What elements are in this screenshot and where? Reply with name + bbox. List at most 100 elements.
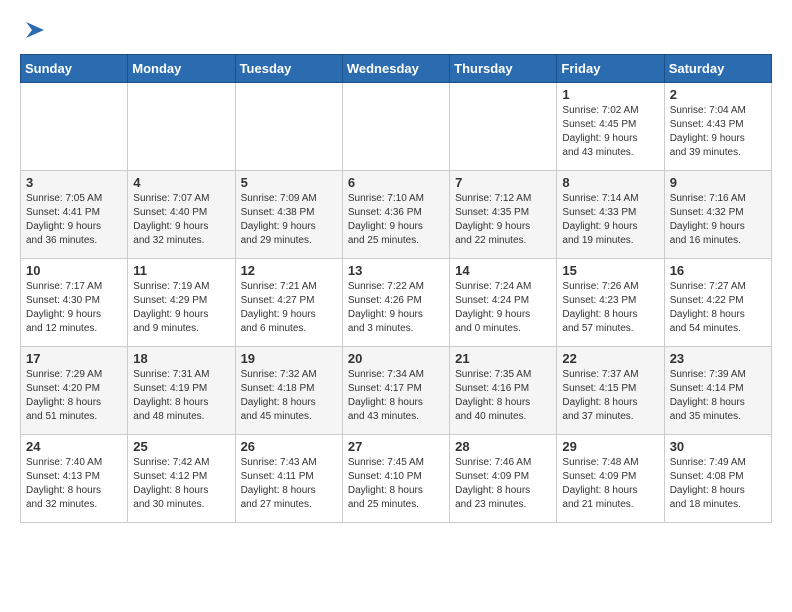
day-number: 12 — [241, 263, 337, 278]
day-info: Sunrise: 7:32 AMSunset: 4:18 PMDaylight:… — [241, 368, 337, 424]
day-info: Sunrise: 7:05 AMSunset: 4:41 PMDaylight:… — [26, 192, 122, 248]
logo-arrow-icon — [22, 16, 50, 44]
day-info: Sunrise: 7:35 AMSunset: 4:16 PMDaylight:… — [455, 368, 551, 424]
day-number: 23 — [670, 351, 766, 366]
day-number: 8 — [562, 175, 658, 190]
day-info: Sunrise: 7:37 AMSunset: 4:15 PMDaylight:… — [562, 368, 658, 424]
weekday-header-monday: Monday — [128, 55, 235, 83]
calendar-cell: 17 Sunrise: 7:29 AMSunset: 4:20 PMDayligh… — [21, 347, 128, 435]
day-number: 28 — [455, 439, 551, 454]
calendar-cell — [128, 83, 235, 171]
calendar-cell: 25Sunrise: 7:42 AMSunset: 4:12 PMDayligh… — [128, 435, 235, 523]
day-number: 19 — [241, 351, 337, 366]
day-info: Sunrise: 7:10 AMSunset: 4:36 PMDaylight:… — [348, 192, 444, 248]
day-number: 18 — [133, 351, 229, 366]
day-info: Sunrise: 7:49 AMSunset: 4:08 PMDaylight:… — [670, 456, 766, 512]
calendar-week-row: 3Sunrise: 7:05 AMSunset: 4:41 PMDaylight… — [21, 171, 772, 259]
calendar-cell: 2Sunrise: 7:04 AMSunset: 4:43 PMDaylight… — [664, 83, 771, 171]
calendar-cell — [21, 83, 128, 171]
day-info: Sunrise: 7:34 AMSunset: 4:17 PMDaylight:… — [348, 368, 444, 424]
calendar-cell: 20 Sunrise: 7:34 AMSunset: 4:17 PMDayligh… — [342, 347, 449, 435]
calendar-cell: 4 Sunrise: 7:07 AMSunset: 4:40 PMDaylight… — [128, 171, 235, 259]
day-number: 27 — [348, 439, 444, 454]
calendar-cell: 21 Sunrise: 7:35 AMSunset: 4:16 PMDayligh… — [450, 347, 557, 435]
day-number: 20 — [348, 351, 444, 366]
calendar-cell: 23 Sunrise: 7:39 AMSunset: 4:14 PMDayligh… — [664, 347, 771, 435]
weekday-header-tuesday: Tuesday — [235, 55, 342, 83]
day-info: Sunrise: 7:39 AMSunset: 4:14 PMDaylight:… — [670, 368, 766, 424]
day-info: Sunrise: 7:42 AMSunset: 4:12 PMDaylight:… — [133, 456, 229, 512]
day-number: 6 — [348, 175, 444, 190]
calendar-cell — [342, 83, 449, 171]
calendar-week-row: 24 Sunrise: 7:40 AMSunset: 4:13 PMDayligh… — [21, 435, 772, 523]
calendar-cell: 24 Sunrise: 7:40 AMSunset: 4:13 PMDayligh… — [21, 435, 128, 523]
day-number: 11 — [133, 263, 229, 278]
day-number: 22 — [562, 351, 658, 366]
day-info: Sunrise: 7:31 AMSunset: 4:19 PMDaylight:… — [133, 368, 229, 424]
page: SundayMondayTuesdayWednesdayThursdayFrid… — [0, 0, 792, 535]
day-number: 26 — [241, 439, 337, 454]
calendar-cell: 22 Sunrise: 7:37 AMSunset: 4:15 PMDayligh… — [557, 347, 664, 435]
day-number: 13 — [348, 263, 444, 278]
day-info: Sunrise: 7:40 AMSunset: 4:13 PMDaylight:… — [26, 456, 122, 512]
day-info: Sunrise: 7:02 AMSunset: 4:45 PMDaylight:… — [562, 104, 658, 160]
weekday-header-sunday: Sunday — [21, 55, 128, 83]
day-info: Sunrise: 7:24 AMSunset: 4:24 PMDaylight:… — [455, 280, 551, 336]
day-number: 30 — [670, 439, 766, 454]
calendar-cell: 3Sunrise: 7:05 AMSunset: 4:41 PMDaylight… — [21, 171, 128, 259]
day-number: 17 — [26, 351, 122, 366]
day-number: 4 — [133, 175, 229, 190]
day-info: Sunrise: 7:16 AMSunset: 4:32 PMDaylight:… — [670, 192, 766, 248]
day-info: Sunrise: 7:07 AMSunset: 4:40 PMDaylight:… — [133, 192, 229, 248]
day-info: Sunrise: 7:22 AMSunset: 4:26 PMDaylight:… — [348, 280, 444, 336]
calendar-cell: 12 Sunrise: 7:21 AMSunset: 4:27 PMDayligh… — [235, 259, 342, 347]
calendar-cell: 26 Sunrise: 7:43 AMSunset: 4:11 PMDayligh… — [235, 435, 342, 523]
calendar-cell: 6 Sunrise: 7:10 AMSunset: 4:36 PMDaylight… — [342, 171, 449, 259]
calendar-cell — [450, 83, 557, 171]
day-info: Sunrise: 7:04 AMSunset: 4:43 PMDaylight:… — [670, 104, 766, 160]
weekday-header-friday: Friday — [557, 55, 664, 83]
calendar-cell: 18 Sunrise: 7:31 AMSunset: 4:19 PMDayligh… — [128, 347, 235, 435]
day-number: 16 — [670, 263, 766, 278]
weekday-header-thursday: Thursday — [450, 55, 557, 83]
day-number: 21 — [455, 351, 551, 366]
calendar-cell: 27 Sunrise: 7:45 AMSunset: 4:10 PMDayligh… — [342, 435, 449, 523]
day-info: Sunrise: 7:45 AMSunset: 4:10 PMDaylight:… — [348, 456, 444, 512]
day-info: Sunrise: 7:46 AMSunset: 4:09 PMDaylight:… — [455, 456, 551, 512]
calendar-cell: 29Sunrise: 7:48 AMSunset: 4:09 PMDayligh… — [557, 435, 664, 523]
day-info: Sunrise: 7:19 AMSunset: 4:29 PMDaylight:… — [133, 280, 229, 336]
day-number: 10 — [26, 263, 122, 278]
calendar-week-row: 17 Sunrise: 7:29 AMSunset: 4:20 PMDayligh… — [21, 347, 772, 435]
day-info: Sunrise: 7:09 AMSunset: 4:38 PMDaylight:… — [241, 192, 337, 248]
day-info: Sunrise: 7:27 AMSunset: 4:22 PMDaylight:… — [670, 280, 766, 336]
day-info: Sunrise: 7:43 AMSunset: 4:11 PMDaylight:… — [241, 456, 337, 512]
calendar-cell: 19 Sunrise: 7:32 AMSunset: 4:18 PMDayligh… — [235, 347, 342, 435]
day-number: 14 — [455, 263, 551, 278]
day-number: 9 — [670, 175, 766, 190]
day-info: Sunrise: 7:17 AMSunset: 4:30 PMDaylight:… — [26, 280, 122, 336]
day-number: 24 — [26, 439, 122, 454]
calendar-cell — [235, 83, 342, 171]
day-number: 5 — [241, 175, 337, 190]
calendar-cell: 28 Sunrise: 7:46 AMSunset: 4:09 PMDayligh… — [450, 435, 557, 523]
weekday-header-saturday: Saturday — [664, 55, 771, 83]
calendar-cell: 14 Sunrise: 7:24 AMSunset: 4:24 PMDayligh… — [450, 259, 557, 347]
day-info: Sunrise: 7:14 AMSunset: 4:33 PMDaylight:… — [562, 192, 658, 248]
calendar-cell: 11 Sunrise: 7:19 AMSunset: 4:29 PMDayligh… — [128, 259, 235, 347]
day-number: 1 — [562, 87, 658, 102]
calendar-cell: 8 Sunrise: 7:14 AMSunset: 4:33 PMDaylight… — [557, 171, 664, 259]
calendar-cell: 10 Sunrise: 7:17 AMSunset: 4:30 PMDayligh… — [21, 259, 128, 347]
calendar-cell: 13 Sunrise: 7:22 AMSunset: 4:26 PMDayligh… — [342, 259, 449, 347]
day-info: Sunrise: 7:21 AMSunset: 4:27 PMDaylight:… — [241, 280, 337, 336]
calendar-cell: 5 Sunrise: 7:09 AMSunset: 4:38 PMDaylight… — [235, 171, 342, 259]
day-info: Sunrise: 7:26 AMSunset: 4:23 PMDaylight:… — [562, 280, 658, 336]
calendar-table: SundayMondayTuesdayWednesdayThursdayFrid… — [20, 54, 772, 523]
day-info: Sunrise: 7:29 AMSunset: 4:20 PMDaylight:… — [26, 368, 122, 424]
logo — [20, 16, 50, 44]
calendar-cell: 16 Sunrise: 7:27 AMSunset: 4:22 PMDayligh… — [664, 259, 771, 347]
calendar-week-row: 1 Sunrise: 7:02 AMSunset: 4:45 PMDaylight… — [21, 83, 772, 171]
day-number: 7 — [455, 175, 551, 190]
calendar-cell: 7 Sunrise: 7:12 AMSunset: 4:35 PMDaylight… — [450, 171, 557, 259]
day-info: Sunrise: 7:12 AMSunset: 4:35 PMDaylight:… — [455, 192, 551, 248]
day-number: 29 — [562, 439, 658, 454]
